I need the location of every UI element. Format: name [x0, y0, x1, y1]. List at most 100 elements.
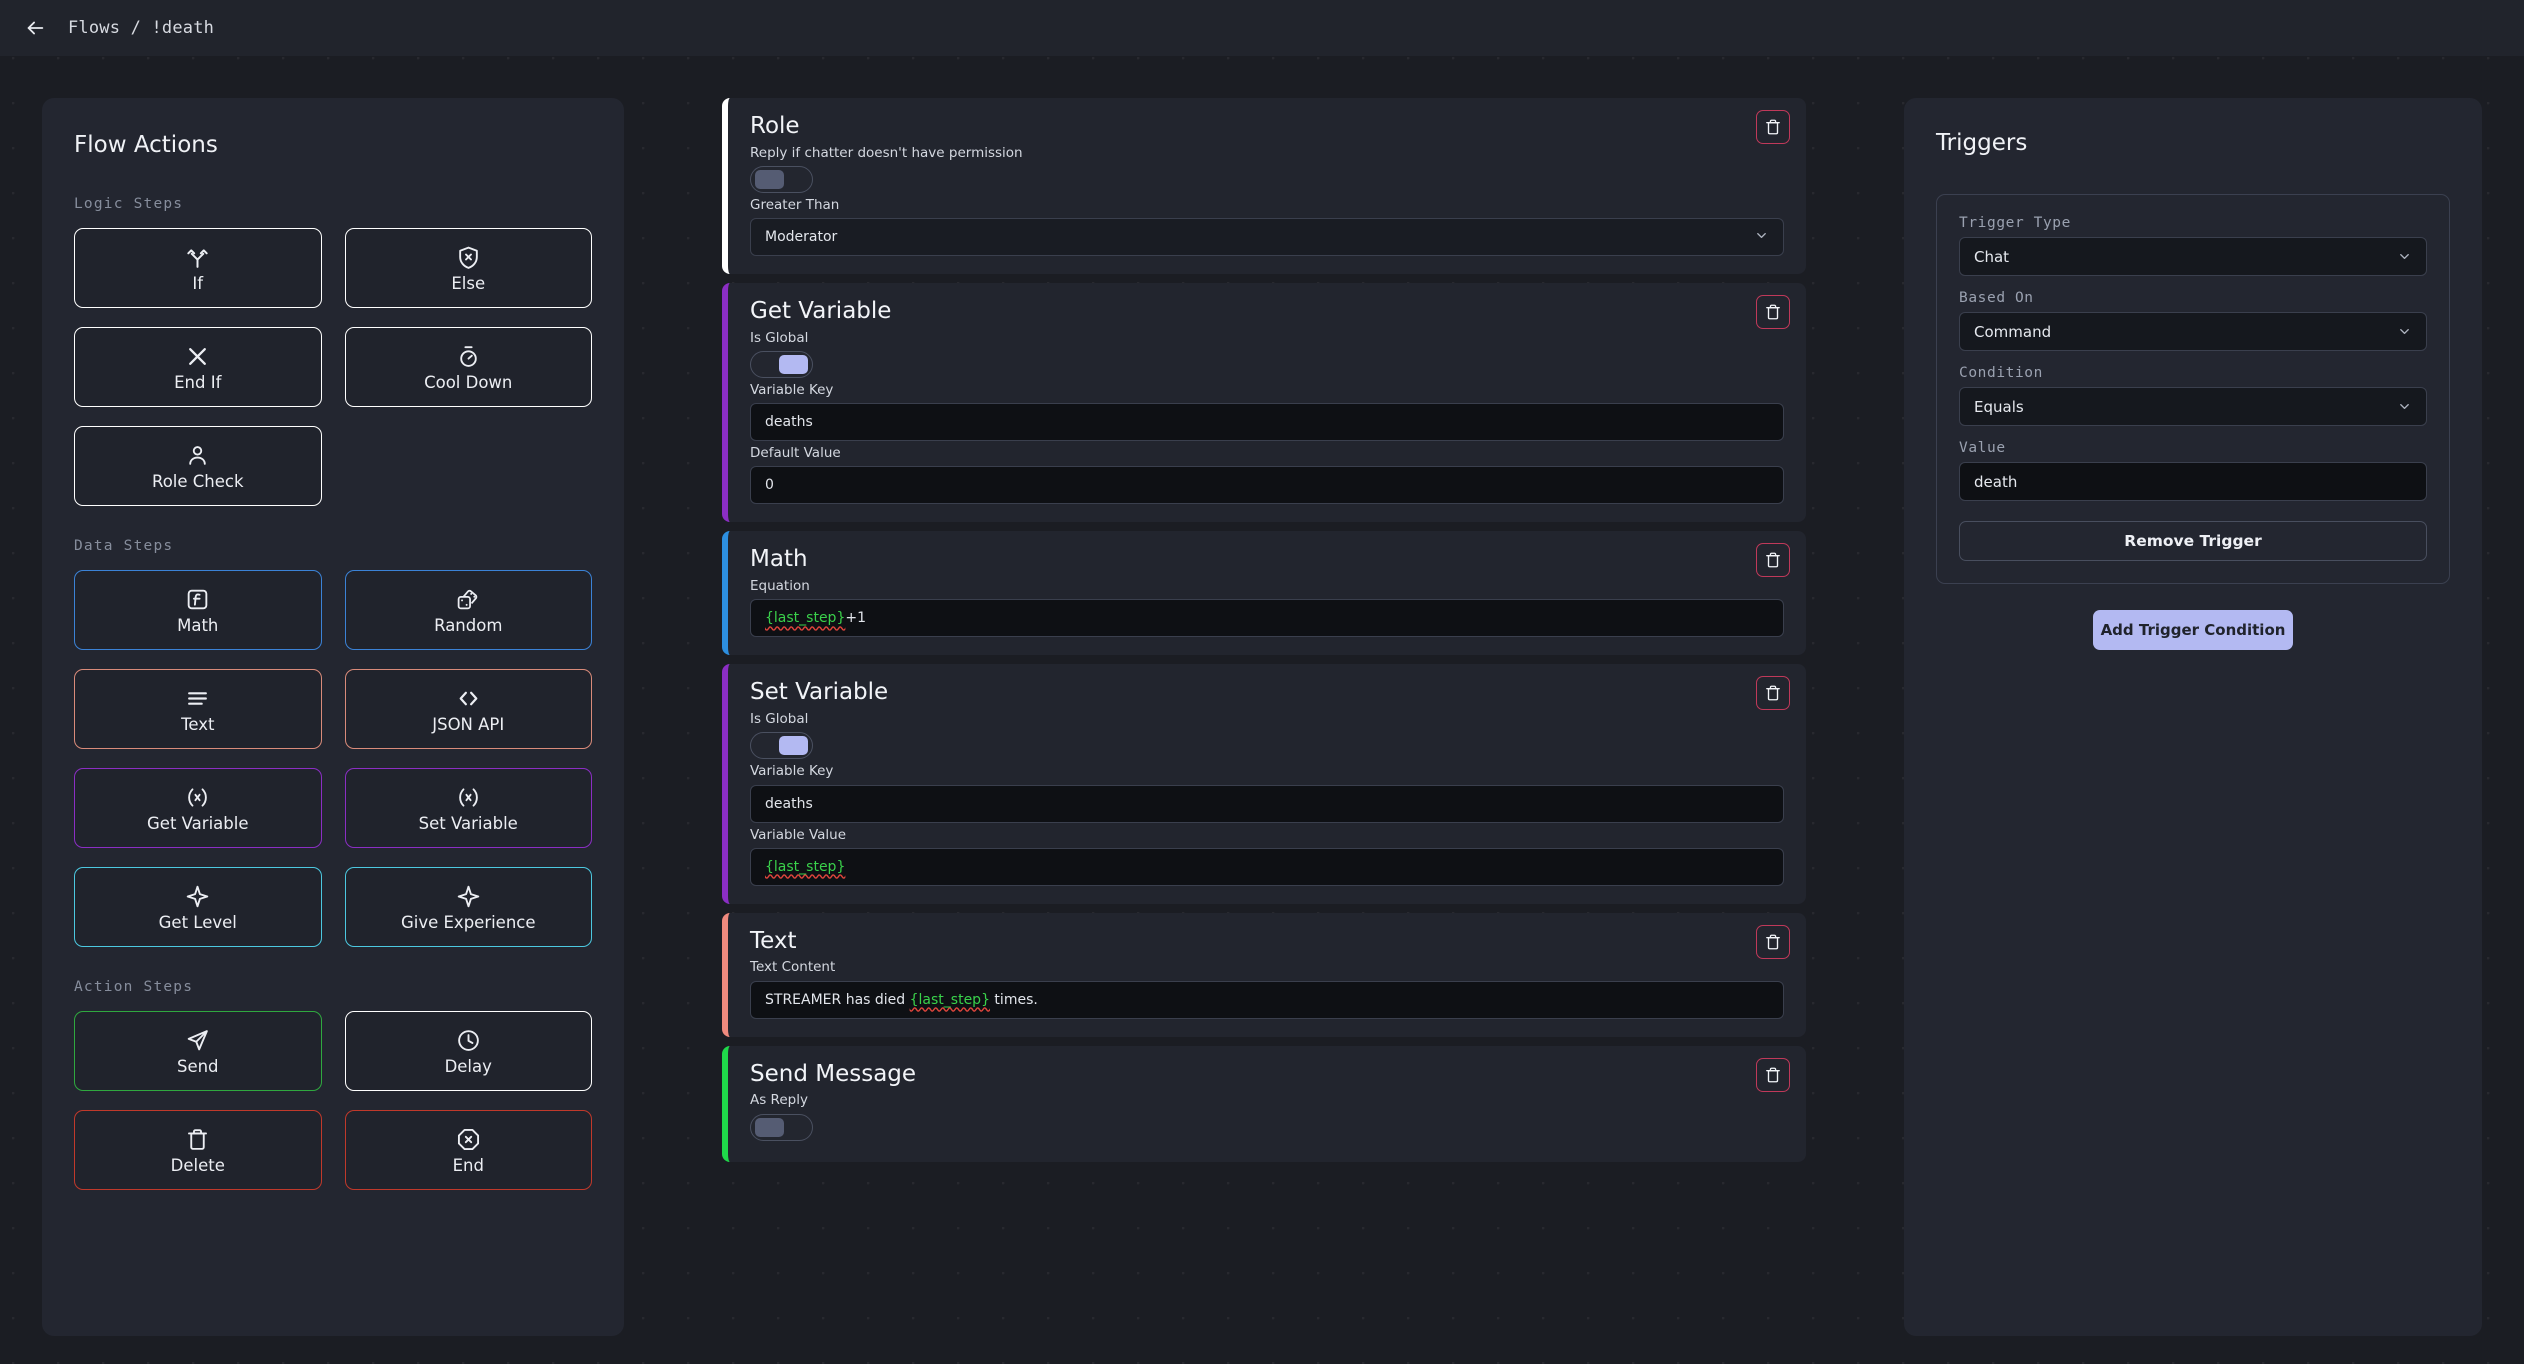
text-input-value: deaths	[765, 414, 813, 431]
group-label-logic: Logic Steps	[74, 196, 184, 212]
select-value: Moderator	[765, 229, 838, 246]
breadcrumb: Flows / !death	[68, 18, 215, 38]
action-button-json-api[interactable]: JSON API	[344, 669, 592, 749]
field-label: Variable Value	[750, 826, 847, 843]
add-trigger-condition-button[interactable]: Add Trigger Condition	[2093, 610, 2293, 650]
toggle-switch[interactable]	[750, 732, 813, 760]
action-button-label: End	[452, 1155, 484, 1175]
user-icon	[185, 442, 210, 469]
action-button-end-if[interactable]: End If	[74, 327, 322, 407]
action-button-if[interactable]: If	[74, 228, 322, 308]
delete-step-button[interactable]	[1756, 676, 1790, 711]
based-on-value: Command	[1974, 322, 2052, 341]
action-button-label: Math	[177, 615, 219, 635]
delete-step-button[interactable]	[1756, 543, 1790, 578]
action-button-else[interactable]: Else	[344, 228, 592, 308]
text-input-field[interactable]: {last_step}+1	[750, 599, 1784, 638]
select-field[interactable]: Moderator	[750, 218, 1784, 257]
action-button-label: Text	[181, 714, 215, 734]
group-label-action: Action Steps	[74, 979, 194, 995]
variable-token: {last_step}	[765, 858, 846, 875]
action-button-label: Delete	[170, 1155, 225, 1175]
triggers-title: Triggers	[1936, 130, 2028, 156]
delete-step-button[interactable]	[1756, 110, 1790, 144]
action-button-set-variable[interactable]: Set Variable	[344, 768, 592, 848]
chevron-down-icon	[2400, 329, 2409, 334]
action-button-label: Get Level	[158, 912, 237, 932]
based-on-select[interactable]: Command	[1959, 312, 2427, 351]
arrow-left-icon	[27, 21, 44, 35]
toggle-knob	[755, 1117, 784, 1137]
action-button-delete[interactable]: Delete	[74, 1110, 322, 1190]
action-button-get-variable[interactable]: Get Variable	[74, 768, 322, 848]
action-button-end[interactable]: End	[344, 1110, 592, 1190]
delete-step-button[interactable]	[1756, 924, 1790, 959]
action-button-give-experience[interactable]: Give Experience	[344, 867, 592, 947]
chevron-down-icon	[1754, 228, 1769, 246]
trash-icon	[1764, 684, 1782, 702]
trash-icon	[1764, 933, 1782, 951]
toggle-switch[interactable]	[750, 351, 813, 379]
action-button-math[interactable]: Math	[74, 570, 322, 650]
action-button-label: Random	[434, 615, 503, 635]
action-button-delay[interactable]: Delay	[344, 1011, 592, 1091]
toggle-switch[interactable]	[750, 1113, 813, 1141]
dice-icon	[456, 586, 481, 613]
back-button[interactable]	[18, 11, 52, 45]
delete-step-button[interactable]	[1756, 1057, 1790, 1092]
text-input-field[interactable]: 0	[750, 466, 1784, 505]
text-input-field[interactable]: deaths	[750, 403, 1784, 442]
action-button-label: Role Check	[151, 471, 244, 491]
paper-plane-icon	[185, 1027, 210, 1054]
data-steps-grid: Math Random Text JSON API Get Variable Set Va…	[74, 570, 592, 947]
toggle-knob	[779, 736, 808, 756]
field-label: Greater Than	[750, 196, 840, 213]
clock-icon	[456, 1027, 481, 1054]
remove-trigger-button[interactable]: Remove Trigger	[1959, 521, 2427, 561]
toggle-knob	[755, 169, 784, 189]
action-button-cool-down[interactable]: Cool Down	[344, 327, 592, 407]
action-button-label: Get Variable	[147, 813, 249, 833]
condition-select[interactable]: Equals	[1959, 387, 2427, 426]
page-title: Flow Actions	[74, 132, 218, 158]
delete-step-button[interactable]	[1756, 295, 1790, 330]
trash-icon	[185, 1126, 210, 1153]
octagon-x-icon	[456, 1126, 481, 1153]
flow-actions-panel: Flow Actions Logic Steps If Else End If Coo…	[42, 98, 624, 1336]
action-button-send[interactable]: Send	[74, 1011, 322, 1091]
value-input[interactable]: death	[1959, 462, 2427, 501]
action-button-role-check[interactable]: Role Check	[74, 426, 322, 506]
field-label: Variable Key	[750, 382, 834, 399]
flow-step-title: Set Variable	[750, 679, 889, 706]
based-on-label: Based On	[1959, 290, 2034, 306]
text-input-field[interactable]: STREAMER has died {last_step} times.	[750, 980, 1784, 1019]
toggle-switch[interactable]	[750, 165, 813, 193]
group-label-data: Data Steps	[74, 538, 174, 554]
action-button-random[interactable]: Random	[344, 570, 592, 650]
action-button-get-level[interactable]: Get Level	[74, 867, 322, 947]
action-button-label: Set Variable	[418, 813, 518, 833]
field-label: Variable Key	[750, 763, 834, 780]
trigger-type-select[interactable]: Chat	[1959, 237, 2427, 276]
flow-step-card: Set Variable Is Global Variable Key deaths V…	[722, 664, 1806, 904]
action-button-label: Cool Down	[424, 372, 513, 392]
action-button-label: If	[192, 273, 204, 293]
trigger-type-value: Chat	[1974, 247, 2010, 266]
logic-steps-grid: If Else End If Cool Down Role Check	[74, 228, 592, 506]
flow-step-title: Role	[750, 113, 800, 139]
code-brackets-icon	[456, 685, 481, 712]
variable-x-icon	[185, 784, 210, 811]
sparkle-icon	[185, 883, 210, 910]
trigger-type-label: Trigger Type	[1959, 215, 2071, 231]
condition-value: Equals	[1974, 397, 2024, 416]
text-input-value: 0	[765, 477, 774, 494]
text-input-field[interactable]: {last_step}	[750, 847, 1784, 886]
text-input-field[interactable]: deaths	[750, 784, 1784, 823]
action-button-text[interactable]: Text	[74, 669, 322, 749]
top-bar: Flows / !death	[0, 0, 2524, 56]
flow-step-title: Send Message	[750, 1060, 917, 1087]
text-input-value: {last_step}+1	[765, 610, 866, 627]
field-label: Is Global	[750, 711, 809, 728]
value-input-text: death	[1974, 472, 2018, 491]
shield-x-icon	[456, 244, 481, 271]
